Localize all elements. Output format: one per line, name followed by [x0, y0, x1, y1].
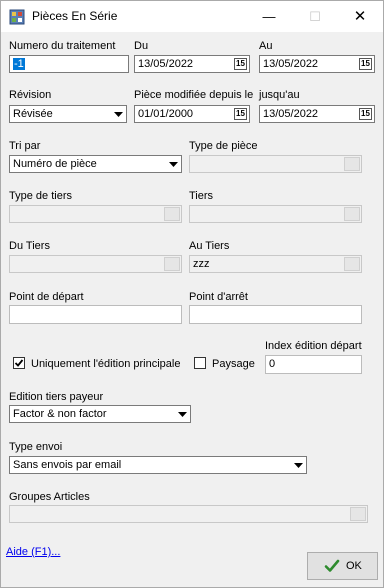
type-envoi-select[interactable]: Sans envois par email: [9, 456, 307, 474]
au-date-field[interactable]: 13/05/2022 15: [259, 55, 375, 73]
type-envoi-label: Type envoi: [9, 441, 63, 453]
uniquement-edition-checkbox[interactable]: [13, 357, 25, 369]
app-icon: [9, 9, 25, 25]
close-button[interactable]: ✕: [337, 1, 383, 32]
groupes-articles-field[interactable]: [9, 505, 368, 523]
tri-par-label: Tri par: [9, 140, 41, 152]
piece-modifiee-label: Pièce modifiée depuis le: [134, 89, 254, 101]
edition-tiers-payeur-label: Edition tiers payeur: [9, 391, 104, 403]
lookup-button[interactable]: [344, 157, 360, 171]
paysage-checkbox[interactable]: [194, 357, 206, 369]
revision-label: Révision: [9, 89, 52, 101]
jusquau-label: jusqu'au: [259, 89, 300, 101]
numero-traitement-input[interactable]: -1: [9, 55, 129, 73]
du-date-field[interactable]: 13/05/2022 15: [134, 55, 250, 73]
au-tiers-field[interactable]: zzz: [189, 255, 362, 273]
help-link[interactable]: Aide (F1)...: [6, 546, 60, 558]
point-arret-input[interactable]: [189, 305, 362, 324]
window-title: Pièces En Série: [32, 9, 118, 23]
title-bar: Pièces En Série — ☐ ✕: [1, 1, 383, 32]
lookup-button[interactable]: [164, 257, 180, 271]
calendar-icon[interactable]: 15: [234, 108, 247, 120]
index-edition-label: Index édition départ: [265, 340, 362, 352]
jusquau-date-field[interactable]: 13/05/2022 15: [259, 105, 375, 123]
groupes-articles-label: Groupes Articles: [9, 491, 90, 503]
du-label: Du: [134, 40, 149, 52]
chevron-down-icon[interactable]: [290, 457, 306, 473]
piece-modifiee-value: 01/01/2000: [138, 108, 194, 120]
tiers-field[interactable]: [189, 205, 362, 223]
point-arret-label: Point d'arrêt: [189, 291, 248, 303]
calendar-icon[interactable]: 15: [359, 58, 372, 70]
index-edition-input[interactable]: 0: [265, 355, 362, 374]
maximize-button[interactable]: ☐: [292, 1, 338, 32]
edition-tiers-payeur-value: Factor & non factor: [13, 408, 107, 420]
numero-traitement-label: Numero du traitement: [9, 40, 116, 52]
type-piece-label: Type de pièce: [189, 140, 258, 152]
type-envoi-value: Sans envois par email: [13, 459, 122, 471]
dialog-window: Pièces En Série — ☐ ✕ Numero du traiteme…: [0, 0, 384, 588]
chevron-down-icon[interactable]: [165, 156, 181, 172]
tri-par-value: Numéro de pièce: [13, 158, 97, 170]
ok-button[interactable]: OK: [307, 552, 378, 580]
edition-tiers-payeur-select[interactable]: Factor & non factor: [9, 405, 191, 423]
revision-select[interactable]: Révisée: [9, 105, 127, 123]
au-tiers-label: Au Tiers: [189, 240, 230, 252]
checkmark-icon: [324, 559, 340, 572]
jusquau-value: 13/05/2022: [263, 108, 319, 120]
ok-button-label: OK: [346, 560, 362, 572]
point-depart-input[interactable]: [9, 305, 182, 324]
revision-value: Révisée: [13, 108, 53, 120]
au-label: Au: [259, 40, 273, 52]
type-piece-field[interactable]: [189, 155, 362, 173]
paysage-label: Paysage: [212, 358, 255, 370]
tiers-label: Tiers: [189, 190, 214, 202]
numero-traitement-value: -1: [13, 58, 25, 70]
du-tiers-label: Du Tiers: [9, 240, 50, 252]
type-tiers-label: Type de tiers: [9, 190, 72, 202]
point-depart-label: Point de départ: [9, 291, 84, 303]
calendar-icon[interactable]: 15: [359, 108, 372, 120]
du-tiers-field[interactable]: [9, 255, 182, 273]
lookup-button[interactable]: [350, 507, 366, 521]
au-date-value: 13/05/2022: [263, 58, 319, 70]
check-icon: [14, 359, 24, 367]
lookup-button[interactable]: [344, 207, 360, 221]
calendar-icon[interactable]: 15: [234, 58, 247, 70]
chevron-down-icon[interactable]: [174, 406, 190, 422]
index-edition-value: 0: [269, 358, 276, 370]
du-date-value: 13/05/2022: [138, 58, 194, 70]
lookup-button[interactable]: [164, 207, 180, 221]
tri-par-select[interactable]: Numéro de pièce: [9, 155, 182, 173]
chevron-down-icon[interactable]: [110, 106, 126, 122]
piece-modifiee-date-field[interactable]: 01/01/2000 15: [134, 105, 250, 123]
minimize-button[interactable]: —: [246, 1, 292, 32]
lookup-button[interactable]: [344, 257, 360, 271]
au-tiers-value: zzz: [193, 258, 210, 270]
uniquement-edition-label: Uniquement l'édition principale: [31, 358, 181, 370]
type-tiers-field[interactable]: [9, 205, 182, 223]
